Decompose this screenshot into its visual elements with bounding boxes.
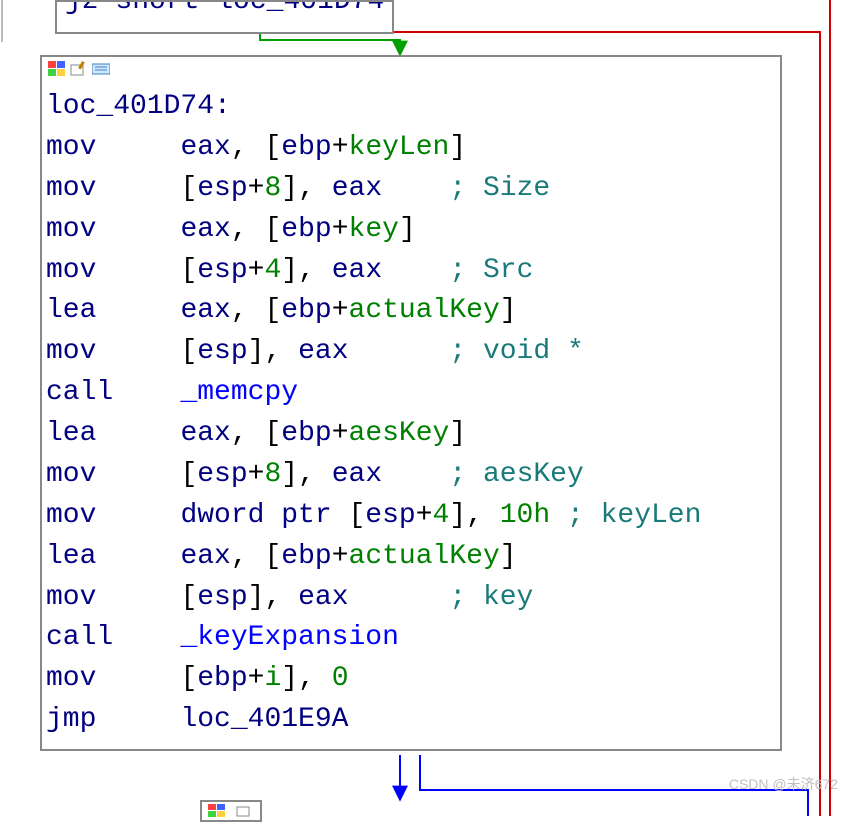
edit-icon[interactable] xyxy=(70,61,88,77)
asm-line[interactable]: mov eax, [ebp+key] xyxy=(46,210,776,251)
edit-icon[interactable] xyxy=(236,804,254,820)
block-bottom[interactable] xyxy=(200,800,262,822)
asm-line[interactable]: lea eax, [ebp+actualKey] xyxy=(46,537,776,578)
mnemonic: jz xyxy=(65,0,99,17)
asm-line[interactable]: mov [esp+8], eax ; Size xyxy=(46,169,776,210)
asm-line[interactable]: mov [esp], eax ; void * xyxy=(46,332,776,373)
asm-line[interactable]: mov eax, [ebp+keyLen] xyxy=(46,128,776,169)
asm-line[interactable]: lea eax, [ebp+actualKey] xyxy=(46,291,776,332)
block-main[interactable]: loc_401D74:mov eax, [ebp+keyLen]mov [esp… xyxy=(40,55,782,751)
asm-line[interactable]: mov [ebp+i], 0 xyxy=(46,659,776,700)
asm-line[interactable]: call _memcpy xyxy=(46,373,776,414)
jump-target: short loc_401D74 xyxy=(115,0,384,17)
block-label: loc_401D74: xyxy=(46,91,231,122)
disasm-listing[interactable]: loc_401D74:mov eax, [ebp+keyLen]mov [esp… xyxy=(42,81,780,749)
color-icon[interactable] xyxy=(208,804,226,820)
asm-line[interactable]: mov dword ptr [esp+4], 10h ; keyLen xyxy=(46,496,776,537)
asm-line[interactable]: mov [esp], eax ; key xyxy=(46,578,776,619)
asm-line[interactable]: mov [esp+8], eax ; aesKey xyxy=(46,455,776,496)
watermark: CSDN @未济672 xyxy=(729,774,838,794)
asm-line[interactable]: jmp loc_401E9A xyxy=(46,700,776,741)
block-toolbar xyxy=(42,57,780,81)
group-icon[interactable] xyxy=(92,61,110,77)
asm-line[interactable]: call _keyExpansion xyxy=(46,618,776,659)
color-icon[interactable] xyxy=(48,61,66,77)
asm-line[interactable]: mov [esp+4], eax ; Src xyxy=(46,251,776,292)
asm-line[interactable]: lea eax, [ebp+aesKey] xyxy=(46,414,776,455)
block-top[interactable]: jz short loc_401D74 xyxy=(55,0,394,34)
